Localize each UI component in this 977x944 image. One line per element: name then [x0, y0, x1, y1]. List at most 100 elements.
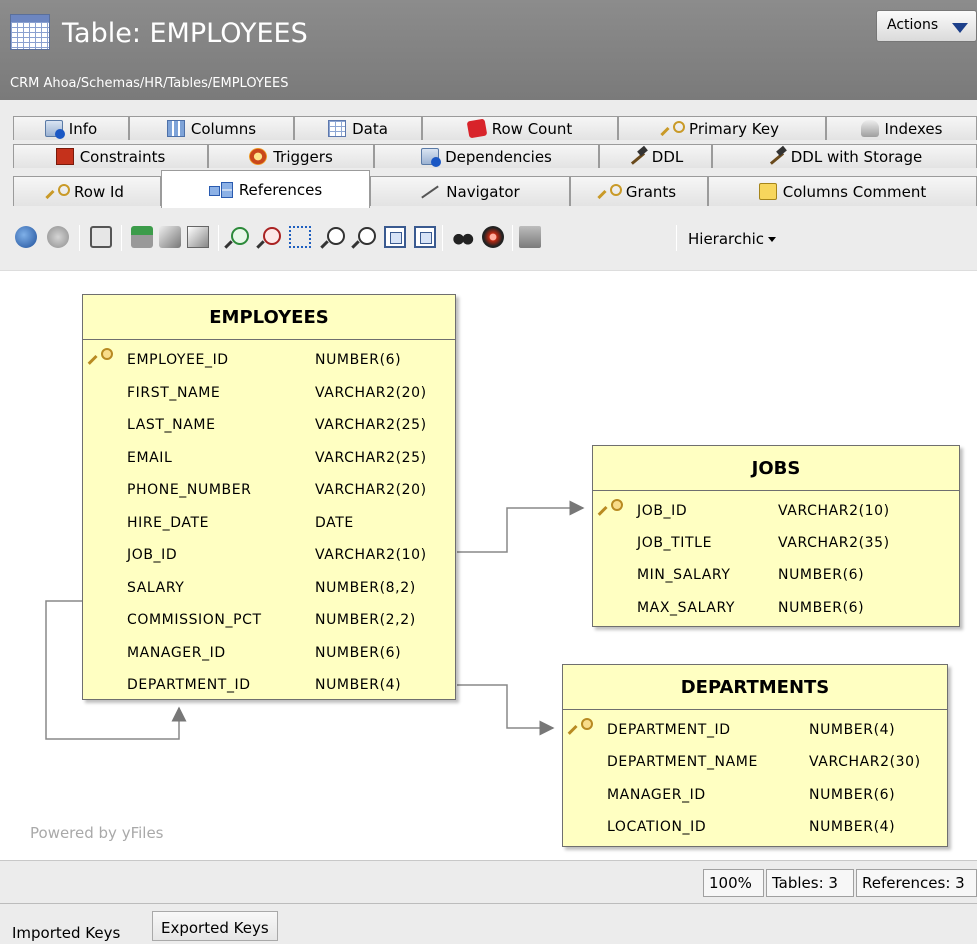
tab-columns-comment[interactable]: Columns Comment	[708, 176, 977, 206]
column-row[interactable]: JOB_ID VARCHAR2(10)	[83, 541, 455, 574]
column-row[interactable]: COMMISSION_PCT NUMBER(2,2)	[83, 606, 455, 639]
column-name: PHONE_NUMBER	[127, 482, 252, 498]
clipboard-icon[interactable]	[90, 226, 112, 248]
column-type: NUMBER(6)	[809, 786, 896, 803]
entity-columns: JOB_ID VARCHAR2(10) JOB_TITLE VARCHAR2(35) M…	[593, 491, 959, 626]
column-row[interactable]: LAST_NAME VARCHAR2(25)	[83, 411, 455, 444]
column-name: SALARY	[127, 579, 185, 596]
entity-columns: EMPLOYEE_ID NUMBER(6) FIRST_NAME VARCHAR2(2…	[83, 340, 455, 704]
tab-exported-keys[interactable]: Exported Keys	[152, 911, 278, 941]
zoom-in-icon[interactable]	[226, 226, 249, 248]
tab-row-id[interactable]: Row Id	[13, 176, 161, 206]
tab-triggers[interactable]: Triggers	[208, 144, 374, 168]
column-type: VARCHAR2(10)	[315, 547, 427, 563]
column-row[interactable]: MIN_SALARY NUMBER(6)	[593, 561, 959, 593]
column-type: VARCHAR2(35)	[778, 535, 890, 552]
column-type: VARCHAR2(30)	[809, 754, 921, 771]
column-name: LOCATION_ID	[607, 818, 707, 835]
primary-key-icon	[603, 499, 623, 519]
column-type: VARCHAR2(20)	[315, 384, 427, 401]
preview-icon[interactable]	[187, 226, 209, 248]
column-type: VARCHAR2(20)	[315, 482, 427, 498]
bottom-tab-bar: Imported Keys Exported Keys	[0, 903, 977, 944]
tab-ddl-with-storage[interactable]: DDL with Storage	[712, 144, 977, 168]
column-row[interactable]: DEPARTMENT_ID NUMBER(4)	[563, 716, 947, 748]
column-row[interactable]: HIRE_DATE DATE	[83, 509, 455, 542]
zoom-actual-icon[interactable]	[322, 226, 345, 248]
tab-primary-key[interactable]: Primary Key	[618, 116, 826, 140]
column-name: MANAGER_ID	[607, 786, 706, 803]
tab-row-count[interactable]: Row Count	[422, 116, 618, 140]
column-type: NUMBER(2,2)	[315, 612, 416, 628]
references-icon	[208, 181, 233, 198]
entity-title: EMPLOYEES	[83, 295, 455, 340]
entity-employees[interactable]: EMPLOYEES EMPLOYEE_ID NUMBER(6) FIRST_NAME…	[82, 294, 456, 700]
column-row[interactable]: SALARY NUMBER(8,2)	[83, 574, 455, 607]
tab-dependencies[interactable]: Dependencies	[374, 144, 599, 168]
column-type: VARCHAR2(25)	[315, 449, 427, 466]
column-row[interactable]: PHONE_NUMBER VARCHAR2(20)	[83, 476, 455, 509]
column-name: JOB_ID	[637, 503, 688, 519]
breadcrumb: CRM Ahoa/Schemas/HR/Tables/EMPLOYEES	[10, 76, 289, 91]
column-row[interactable]: EMPLOYEE_ID NUMBER(6)	[83, 346, 455, 379]
fit-selection-icon[interactable]	[414, 226, 436, 248]
tab-ddl[interactable]: DDL	[599, 144, 712, 168]
entity-jobs[interactable]: JOBS JOB_ID VARCHAR2(10) JOB_TITLE VARCHAR2…	[592, 445, 960, 627]
tab-navigator[interactable]: Navigator	[370, 176, 570, 206]
column-name: JOB_ID	[127, 547, 178, 563]
entity-columns: DEPARTMENT_ID NUMBER(4) DEPARTMENT_NAME VAR…	[563, 710, 947, 845]
zoom-out-icon[interactable]	[258, 226, 281, 248]
tab-columns[interactable]: Columns	[129, 116, 294, 140]
dependencies-icon	[421, 148, 442, 167]
column-type: NUMBER(4)	[315, 677, 402, 693]
tab-constraints[interactable]: Constraints	[13, 144, 208, 168]
column-row[interactable]: JOB_TITLE VARCHAR2(35)	[593, 529, 959, 561]
binoculars-icon[interactable]	[452, 226, 474, 248]
layout-mode-select[interactable]: Hierarchic	[688, 230, 764, 248]
zoom-icon[interactable]	[353, 226, 376, 248]
column-row[interactable]: MANAGER_ID NUMBER(6)	[563, 781, 947, 813]
hammer-icon	[767, 148, 785, 166]
refresh-icon[interactable]	[15, 226, 37, 248]
tab-imported-keys[interactable]: Imported Keys	[0, 904, 129, 944]
actions-button[interactable]: Actions	[876, 10, 977, 42]
tab-references[interactable]: References	[161, 170, 370, 208]
references-count: References: 3	[856, 869, 977, 897]
marquee-icon[interactable]	[289, 226, 311, 248]
chevron-down-icon[interactable]	[768, 237, 776, 242]
link-employees-jobs	[457, 500, 585, 553]
export-icon[interactable]	[159, 226, 181, 248]
column-type: NUMBER(4)	[809, 722, 896, 738]
columns-icon	[166, 120, 185, 137]
navigate-icon[interactable]	[482, 226, 504, 248]
column-row[interactable]: JOB_ID VARCHAR2(10)	[593, 497, 959, 529]
print-icon[interactable]	[131, 226, 153, 248]
entity-title: JOBS	[593, 446, 959, 491]
stop-icon[interactable]	[47, 226, 69, 248]
column-row[interactable]: DEPARTMENT_ID NUMBER(4)	[83, 671, 455, 704]
tab-grants[interactable]: Grants	[570, 176, 708, 206]
column-row[interactable]: MANAGER_ID NUMBER(6)	[83, 639, 455, 672]
column-row[interactable]: FIRST_NAME VARCHAR2(20)	[83, 379, 455, 412]
column-row[interactable]: MAX_SALARY NUMBER(6)	[593, 594, 959, 626]
column-row[interactable]: DEPARTMENT_NAME VARCHAR2(30)	[563, 748, 947, 780]
primary-key-icon	[93, 348, 113, 368]
er-diagram-canvas[interactable]: EMPLOYEES EMPLOYEE_ID NUMBER(6) FIRST_NAME…	[0, 270, 977, 860]
dice-icon	[466, 118, 488, 139]
fit-content-icon[interactable]	[384, 226, 406, 248]
column-name: MIN_SALARY	[637, 567, 731, 584]
object-header: Table: EMPLOYEES CRM Ahoa/Schemas/HR/Tab…	[0, 0, 977, 100]
column-row[interactable]: EMAIL VARCHAR2(25)	[83, 444, 455, 477]
tab-indexes[interactable]: Indexes	[826, 116, 977, 140]
constraint-icon	[55, 148, 74, 165]
column-row[interactable]: LOCATION_ID NUMBER(4)	[563, 813, 947, 845]
column-name: DEPARTMENT_ID	[607, 722, 731, 738]
column-name: LAST_NAME	[127, 417, 216, 433]
data-grid-icon	[328, 120, 347, 137]
tab-data[interactable]: Data	[294, 116, 422, 140]
hammer-icon	[628, 148, 646, 166]
chevron-down-icon	[952, 23, 968, 33]
tab-info[interactable]: Info	[13, 116, 129, 140]
overview-icon[interactable]	[519, 226, 541, 248]
entity-departments[interactable]: DEPARTMENTS DEPARTMENT_ID NUMBER(4) DEPART…	[562, 664, 948, 847]
